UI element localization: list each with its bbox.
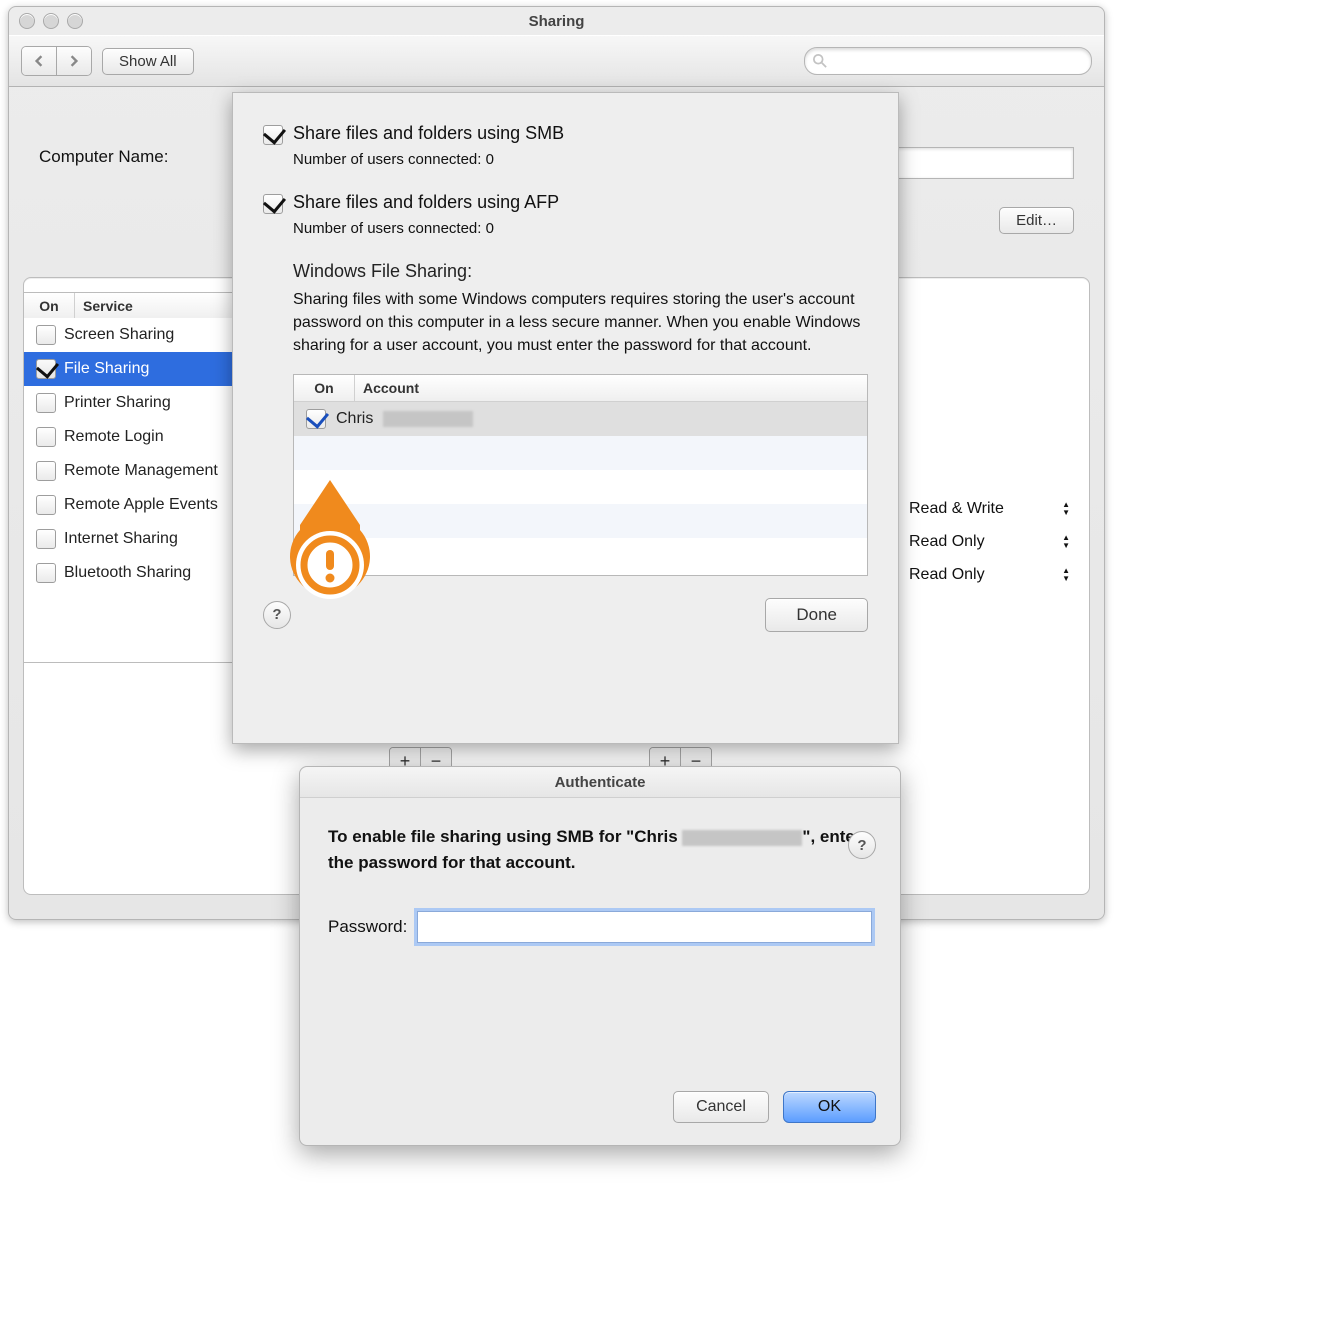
service-label: Remote Apple Events — [64, 496, 218, 514]
account-name: Chris — [336, 410, 373, 428]
checkbox[interactable] — [36, 563, 56, 583]
checkbox[interactable] — [263, 194, 283, 214]
help-button[interactable]: ? — [848, 831, 876, 859]
authenticate-dialog: Authenticate To enable file sharing usin… — [299, 766, 901, 1146]
options-sheet: Share files and folders using SMB Number… — [232, 92, 899, 744]
redacted-text — [383, 411, 473, 427]
toolbar: Show All — [9, 35, 1104, 87]
afp-label: Share files and folders using AFP — [293, 192, 559, 213]
checkbox[interactable] — [306, 409, 326, 429]
afp-status: Number of users connected: 0 — [293, 220, 868, 237]
permission-label: Read Only — [909, 533, 985, 551]
show-all-button[interactable]: Show All — [102, 48, 194, 75]
computer-name-label: Computer Name: — [39, 147, 168, 167]
checkbox[interactable] — [36, 461, 56, 481]
service-label: Printer Sharing — [64, 394, 171, 412]
services-header-service: Service — [75, 293, 133, 319]
windows-file-sharing-title: Windows File Sharing: — [293, 261, 868, 282]
checkbox[interactable] — [36, 359, 56, 379]
service-label: File Sharing — [64, 360, 149, 378]
smb-status: Number of users connected: 0 — [293, 151, 868, 168]
edit-button[interactable]: Edit… — [999, 207, 1074, 234]
checkbox[interactable] — [36, 529, 56, 549]
checkbox[interactable] — [36, 495, 56, 515]
checkbox[interactable] — [36, 325, 56, 345]
callout-warning-icon — [280, 480, 380, 620]
service-label: Screen Sharing — [64, 326, 174, 344]
checkbox[interactable] — [36, 393, 56, 413]
auth-message: To enable file sharing using SMB for "Ch… — [328, 824, 872, 875]
traffic-lights[interactable] — [19, 13, 83, 29]
service-row-remote-management[interactable]: Remote Management — [24, 454, 234, 488]
cancel-button[interactable]: Cancel — [673, 1091, 769, 1123]
service-label: Internet Sharing — [64, 530, 178, 548]
service-row-remote-apple-events[interactable]: Remote Apple Events — [24, 488, 234, 522]
accounts-header-account: Account — [355, 375, 419, 401]
service-row-printer-sharing[interactable]: Printer Sharing — [24, 386, 234, 420]
redacted-text — [682, 830, 802, 846]
back-icon[interactable] — [22, 47, 56, 75]
ok-button[interactable]: OK — [783, 1091, 876, 1123]
services-header: On Service — [23, 292, 233, 320]
permission-row[interactable]: Read Only ▲▼ — [909, 525, 1074, 558]
service-label: Remote Management — [64, 462, 218, 480]
services-header-on: On — [24, 293, 75, 319]
password-label: Password: — [328, 917, 407, 937]
accounts-header: On Account — [294, 375, 867, 402]
windows-file-sharing-text: Sharing files with some Windows computer… — [293, 288, 868, 358]
services-list[interactable]: Screen Sharing File Sharing Printer Shar… — [23, 318, 235, 663]
account-row[interactable]: Chris — [294, 402, 867, 436]
service-row-internet-sharing[interactable]: Internet Sharing — [24, 522, 234, 556]
permission-row[interactable]: Read & Write ▲▼ — [909, 492, 1074, 525]
search-input[interactable] — [804, 47, 1092, 75]
done-button[interactable]: Done — [765, 598, 868, 632]
minimize-icon[interactable] — [43, 13, 59, 29]
stepper-icon[interactable]: ▲▼ — [1062, 567, 1070, 583]
permissions-list: Read & Write ▲▼ Read Only ▲▼ Read Only ▲▼ — [909, 492, 1074, 591]
checkbox[interactable] — [36, 427, 56, 447]
permission-label: Read & Write — [909, 500, 1004, 518]
window-titlebar[interactable]: Sharing — [9, 7, 1104, 35]
afp-checkbox-row[interactable]: Share files and folders using AFP — [263, 192, 868, 214]
stepper-icon[interactable]: ▲▼ — [1062, 501, 1070, 517]
search-icon — [813, 54, 827, 68]
checkbox[interactable] — [263, 125, 283, 145]
service-row-bluetooth-sharing[interactable]: Bluetooth Sharing — [24, 556, 234, 590]
smb-checkbox-row[interactable]: Share files and folders using SMB — [263, 123, 868, 145]
password-input[interactable] — [417, 911, 872, 943]
stepper-icon[interactable]: ▲▼ — [1062, 534, 1070, 550]
nav-back-forward[interactable] — [21, 46, 92, 76]
account-row-empty — [294, 436, 867, 470]
service-row-screen-sharing[interactable]: Screen Sharing — [24, 318, 234, 352]
service-row-remote-login[interactable]: Remote Login — [24, 420, 234, 454]
forward-icon[interactable] — [56, 47, 91, 75]
permission-row[interactable]: Read Only ▲▼ — [909, 558, 1074, 591]
zoom-icon[interactable] — [67, 13, 83, 29]
window-title: Sharing — [529, 13, 585, 30]
service-label: Bluetooth Sharing — [64, 564, 191, 582]
smb-label: Share files and folders using SMB — [293, 123, 564, 144]
accounts-header-on: On — [294, 375, 355, 401]
service-label: Remote Login — [64, 428, 164, 446]
close-icon[interactable] — [19, 13, 35, 29]
auth-title: Authenticate — [300, 767, 900, 798]
computer-name-field[interactable] — [882, 147, 1074, 179]
permission-label: Read Only — [909, 566, 985, 584]
service-row-file-sharing[interactable]: File Sharing — [24, 352, 234, 386]
